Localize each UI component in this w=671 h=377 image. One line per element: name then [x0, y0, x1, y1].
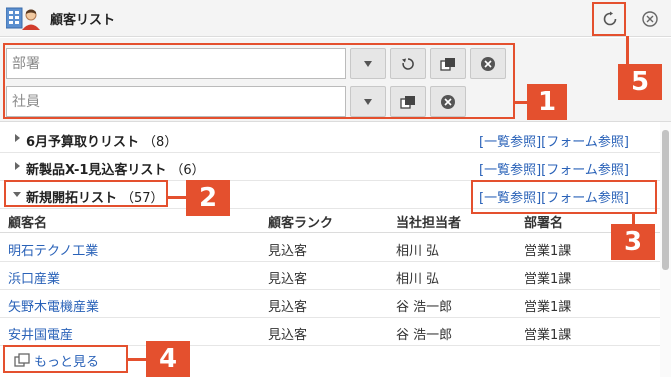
- callout-leader-line: [128, 358, 146, 361]
- customer-list-app-icon: [5, 6, 40, 32]
- form-view-link[interactable]: [フォーム参照]: [541, 135, 629, 150]
- staff-name: 谷 浩一郎: [396, 328, 453, 343]
- callout-badge-1: 1: [527, 84, 567, 120]
- department-name: 営業1課: [524, 244, 572, 259]
- department-name: 営業1課: [524, 300, 572, 315]
- callout-badge-3: 3: [611, 224, 655, 260]
- callout-leader-line: [626, 36, 629, 64]
- table-row: 浜口産業 見込客 相川 弘 営業1課: [0, 262, 660, 290]
- form-view-link[interactable]: [フォーム参照]: [541, 163, 629, 178]
- staff-name: 谷 浩一郎: [396, 300, 453, 315]
- customer-name-link[interactable]: 安井国電産: [8, 324, 73, 343]
- callout-badge-2: 2: [186, 180, 230, 216]
- list-group-row: 新製品X-1見込客リスト （6） [一覧参照][フォーム参照]: [0, 153, 660, 181]
- employee-select-window-button[interactable]: [390, 86, 426, 117]
- column-header-customer-name[interactable]: 顧客名: [8, 212, 47, 231]
- window-select-icon: [14, 353, 30, 367]
- list-view-link[interactable]: [一覧参照]: [479, 163, 541, 178]
- refresh-button[interactable]: [596, 6, 624, 32]
- customer-rank: 見込客: [268, 244, 308, 259]
- customer-name-link[interactable]: 浜口産業: [8, 268, 60, 287]
- department-name: 営業1課: [524, 328, 572, 343]
- customer-name-link[interactable]: 明石テクノ工業: [8, 240, 98, 259]
- expand-arrow-icon[interactable]: [12, 161, 22, 171]
- table-row: 明石テクノ工業 見込客 相川 弘 営業1課: [0, 234, 660, 262]
- clear-icon: [481, 56, 495, 71]
- expand-arrow-icon[interactable]: [12, 133, 22, 143]
- window-select-icon: [440, 57, 455, 71]
- undo-icon: [402, 57, 414, 70]
- close-circle-icon: [642, 11, 658, 27]
- title-bar: 顧客リスト: [0, 0, 671, 37]
- callout-leader-line: [168, 196, 186, 199]
- list-group-row: 6月予算取りリスト （8） [一覧参照][フォーム参照]: [0, 125, 660, 153]
- group-name[interactable]: 新製品X-1見込客リスト （6）: [26, 159, 205, 178]
- filter-area: [0, 38, 671, 122]
- table-header: 顧客名 顧客ランク 当社担当者 部署名: [0, 208, 660, 233]
- list-view-link[interactable]: [一覧参照]: [479, 191, 541, 206]
- window-select-icon: [400, 95, 415, 109]
- department-field[interactable]: [6, 48, 346, 79]
- department-name: 営業1課: [524, 272, 572, 287]
- employee-dropdown-button[interactable]: [350, 86, 386, 117]
- department-dropdown-button[interactable]: [350, 48, 386, 79]
- show-more-label: もっと見る: [34, 354, 100, 370]
- collapse-arrow-icon[interactable]: [12, 189, 22, 199]
- column-header-staff[interactable]: 当社担当者: [396, 212, 461, 231]
- staff-name: 相川 弘: [396, 244, 440, 259]
- table-row: 安井国電産 見込客 谷 浩一郎 営業1課: [0, 318, 660, 346]
- department-clear-button[interactable]: [470, 48, 506, 79]
- list-view-link[interactable]: [一覧参照]: [479, 135, 541, 150]
- chevron-down-icon: [364, 60, 372, 67]
- page-title: 顧客リスト: [50, 13, 116, 28]
- department-select-window-button[interactable]: [430, 48, 466, 79]
- customer-rank: 見込客: [268, 328, 308, 343]
- callout-badge-4: 4: [146, 341, 190, 377]
- customer-rank: 見込客: [268, 300, 308, 315]
- close-button[interactable]: [637, 6, 663, 32]
- callout-leader-line: [515, 101, 527, 104]
- group-name[interactable]: 新規開拓リスト （57）: [26, 187, 164, 206]
- staff-name: 相川 弘: [396, 272, 440, 287]
- refresh-icon: [603, 11, 617, 26]
- customer-rank: 見込客: [268, 272, 308, 287]
- group-name[interactable]: 6月予算取りリスト （8）: [26, 131, 177, 150]
- column-header-department[interactable]: 部署名: [524, 212, 563, 231]
- column-header-customer-rank[interactable]: 顧客ランク: [268, 212, 333, 231]
- form-view-link[interactable]: [フォーム参照]: [541, 191, 629, 206]
- callout-badge-5: 5: [618, 64, 662, 100]
- callout-leader-line: [632, 214, 635, 224]
- scrollbar-thumb[interactable]: [662, 130, 669, 270]
- customer-name-link[interactable]: 矢野木電機産業: [8, 296, 99, 315]
- list-group-row-expanded: 新規開拓リスト （57） [一覧参照][フォーム参照]: [0, 181, 660, 209]
- table-row: 矢野木電機産業 見込客 谷 浩一郎 営業1課: [0, 290, 660, 318]
- employee-clear-button[interactable]: [430, 86, 466, 117]
- department-reset-button[interactable]: [390, 48, 426, 79]
- employee-field[interactable]: [6, 86, 346, 117]
- chevron-down-icon: [364, 98, 372, 105]
- clear-icon: [441, 94, 455, 109]
- show-more-link[interactable]: もっと見る: [14, 349, 99, 371]
